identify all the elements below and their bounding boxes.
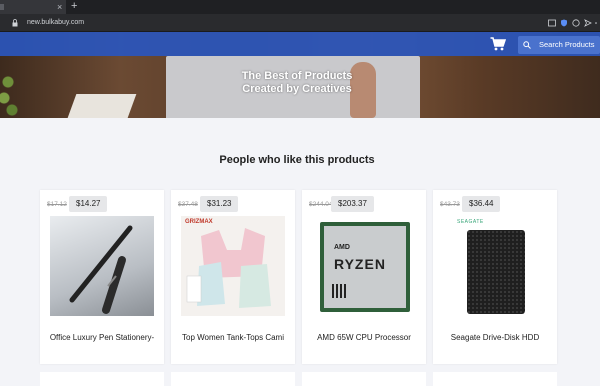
product-image[interactable]: SEAGATE <box>443 216 547 316</box>
product-card[interactable]: $43.73 $36.44 SEAGATE Seagate Drive-Disk… <box>433 190 557 364</box>
tab-close-icon[interactable]: × <box>57 1 62 13</box>
screenshot-icon[interactable] <box>548 19 556 27</box>
old-price: $37.48 <box>178 201 198 208</box>
cpu-chip: AMD RYZEN <box>320 222 410 312</box>
product-name[interactable]: Seagate Drive-Disk HDD <box>433 333 557 343</box>
new-tab-button[interactable]: + <box>71 0 77 13</box>
old-price: $244.04 <box>309 201 333 208</box>
product-image[interactable]: AMD RYZEN <box>312 216 416 316</box>
price-badge: $14.27 <box>69 196 108 212</box>
product-card[interactable]: $37.48 $31.23 GRIZMAX Top Women Tank-Top… <box>171 190 295 364</box>
downloads-icon[interactable] <box>572 19 580 27</box>
tank-top-icon <box>186 228 271 308</box>
cart-icon[interactable] <box>490 37 506 51</box>
send-icon[interactable] <box>584 19 592 27</box>
product-card-next-row[interactable] <box>302 372 426 386</box>
price-badge: $31.23 <box>200 196 239 212</box>
hero-book-image <box>67 94 137 118</box>
url-text[interactable]: new.bulkabuy.com <box>27 17 84 29</box>
tab-favicon <box>0 4 4 10</box>
product-name[interactable]: AMD 65W CPU Processor <box>302 333 426 343</box>
menu-icon[interactable] <box>594 19 600 27</box>
browser-tab[interactable]: × <box>0 0 66 14</box>
address-bar[interactable]: new.bulkabuy.com <box>0 14 600 32</box>
browser-tab-strip: × + <box>0 0 600 14</box>
hero-title-line-2: Created by Creatives <box>242 83 352 95</box>
product-card-next-row[interactable] <box>40 372 164 386</box>
hdd-body <box>467 230 525 314</box>
product-card-next-row[interactable] <box>171 372 295 386</box>
price-badge: $203.37 <box>331 196 374 212</box>
pen-icon <box>69 225 133 314</box>
product-image[interactable]: GRIZMAX <box>181 216 285 316</box>
brand-logo: SEAGATE <box>457 219 484 225</box>
old-price: $43.73 <box>440 201 460 208</box>
brand-label: GRIZMAX <box>185 219 213 225</box>
shield-icon[interactable] <box>560 19 568 27</box>
cpu-model: RYZEN <box>334 256 386 272</box>
cpu-brand: AMD <box>334 244 350 251</box>
site-navbar <box>0 32 600 56</box>
product-name[interactable]: Office Luxury Pen Stationery- <box>40 333 164 343</box>
old-price: $17.12 <box>47 201 67 208</box>
hero-title-line-1: The Best of Products <box>241 70 353 82</box>
price-badge: $36.44 <box>462 196 501 212</box>
search-placeholder[interactable]: Search Products <box>539 36 594 54</box>
product-image[interactable] <box>50 216 154 316</box>
product-card[interactable]: $17.12 $14.27 Office Luxury Pen Statione… <box>40 190 164 364</box>
search-icon[interactable] <box>523 41 531 49</box>
product-name[interactable]: Top Women Tank-Tops Cami <box>171 333 295 343</box>
product-card[interactable]: $244.04 $203.37 AMD RYZEN AMD 65W CPU Pr… <box>302 190 426 364</box>
lock-icon <box>12 19 18 27</box>
cpu-qr <box>332 284 346 298</box>
product-card-next-row[interactable] <box>433 372 557 386</box>
hero-title: The Best of Products Created by Creative… <box>0 70 594 96</box>
section-title: People who like this products <box>219 154 375 166</box>
